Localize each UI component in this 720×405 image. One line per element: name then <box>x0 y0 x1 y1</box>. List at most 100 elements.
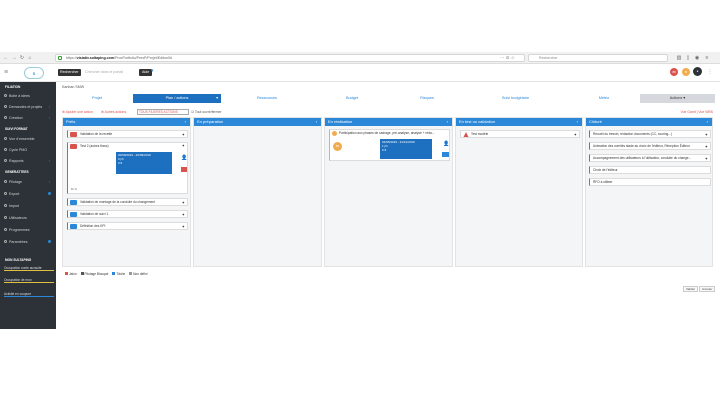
task-card[interactable]: Définition des KPI ✦ <box>67 222 188 230</box>
add-action-label: Ajouter une action <box>65 110 93 114</box>
pin-icon[interactable]: ✦ <box>705 131 708 137</box>
sidebar-item-label: Cycle PMO <box>9 148 28 152</box>
column-en-test: En test ou validation ‹ Test modèle ✦ <box>455 117 583 267</box>
collapse-icon[interactable]: ‹ <box>316 118 317 126</box>
task-card-expanded[interactable]: Test 2 (autres flows) ✦ 20/09/2019 - 20/… <box>67 142 188 194</box>
hamburger-icon[interactable]: ≡ <box>4 69 8 76</box>
sidebar-item-creation[interactable]: Création ‹ <box>4 114 54 122</box>
task-card[interactable]: Recueil du besoin, rédaction documents (… <box>589 130 711 138</box>
sidebar-item-label: Pilotage <box>9 180 22 184</box>
card-label: Animation des comités stade au choix de … <box>593 144 690 148</box>
browser-search-input[interactable]: Rechercher <box>528 54 668 62</box>
back-icon[interactable]: ← <box>3 55 9 61</box>
cancel-button[interactable]: Annuler <box>699 286 716 292</box>
search-input[interactable]: Chercher dans le portail <box>85 69 135 76</box>
sidebar-link[interactable]: Occupation conte auxsuite <box>4 266 54 271</box>
tab-projet[interactable]: Projet <box>62 94 132 103</box>
sidebar-item-settings[interactable]: Paramètres <box>4 238 54 246</box>
sidebar-icon[interactable]: ▯ <box>685 55 691 61</box>
toggle-all-checkbox[interactable]: ☑ Tout ouvrir/fermer <box>191 110 222 114</box>
sidebar-item-requests[interactable]: Demandes et projets ‹ <box>4 103 54 111</box>
chevron-right-icon: ‹ <box>48 116 50 120</box>
sidebar-item-users[interactable]: Utilisateurs <box>4 214 54 222</box>
collapse-icon[interactable]: ‹ <box>447 118 448 126</box>
sidebar-item-pmo[interactable]: Cycle PMO <box>4 146 54 154</box>
pin-icon[interactable]: ✦ <box>182 211 185 217</box>
tab-actions[interactable]: Actions ▾ <box>640 94 715 103</box>
card-label: Recueil du besoin, rédaction documents (… <box>593 132 673 136</box>
account-icon[interactable]: ◉ <box>694 55 700 61</box>
task-card[interactable]: Test modèle ✦ <box>460 130 580 138</box>
sidebar-item-ideas[interactable]: Boite à idées <box>4 92 54 100</box>
sidebar-item-label: Import <box>9 204 20 208</box>
task-card[interactable]: RFO à utiliser <box>589 178 711 186</box>
task-card[interactable]: Validation de montage de la conduite du … <box>67 198 188 206</box>
collapse-icon[interactable]: › <box>185 118 186 126</box>
tab-risques[interactable]: Risques <box>392 94 462 103</box>
tab-budget[interactable]: Budget <box>313 94 391 103</box>
reload-icon[interactable]: ↻ <box>19 55 25 61</box>
pin-icon[interactable]: ✦ <box>182 131 185 137</box>
pin-icon[interactable]: ✦ <box>182 199 185 205</box>
subtask-card[interactable]: 01/05/2019 - 31/12/2019 1 j/h 0 € <box>380 139 432 159</box>
pin-icon[interactable]: ✦ <box>574 131 577 137</box>
collapse-icon[interactable]: › <box>707 118 708 126</box>
notification-badge[interactable]: 88 <box>670 68 678 76</box>
task-card[interactable]: Validation de suivi 1 ✦ <box>67 210 188 218</box>
task-tag <box>70 200 77 205</box>
sidebar-item-overview[interactable]: Vue d'ensemble <box>4 135 54 143</box>
task-card[interactable]: Animation des comités stade au choix de … <box>589 142 711 150</box>
tab-meteo[interactable]: Météo <box>569 94 639 103</box>
add-action-link[interactable]: ⊕ Ajouter une action <box>62 110 93 114</box>
legend-label: Tâche <box>116 272 126 276</box>
sidebar: FILIATION Boite à idées Demandes et proj… <box>0 82 56 329</box>
task-card-expanded[interactable]: Participation aux phases de cadrage, pré… <box>329 129 450 161</box>
circle-icon <box>4 204 7 207</box>
home-icon[interactable]: ⌂ <box>27 55 33 61</box>
card-label: Validation de montage de la conduite du … <box>80 200 156 204</box>
library-icon[interactable]: ▥ <box>676 55 682 61</box>
search-button[interactable]: Rechercher <box>58 69 81 76</box>
other-actions-link[interactable]: ⊕ Autres actions <box>101 110 126 114</box>
forward-icon[interactable]: → <box>11 55 17 61</box>
chevron-right-icon: ‹ <box>48 159 50 163</box>
collapse-icon[interactable]: ‹ <box>577 118 578 126</box>
sidebar-item-reports[interactable]: Rapports ‹ <box>4 157 54 165</box>
sidebar-item-pilotage[interactable]: Pilotage ‹ <box>4 178 54 186</box>
task-card[interactable]: Choix de l'éditeur <box>589 166 711 174</box>
subtask-card[interactable]: 20/09/2019 - 20/09/2019 0 j/h 0 € <box>116 152 172 174</box>
legend-label: Non défini <box>133 272 148 276</box>
task-card[interactable]: Validation de la recette ✦ <box>67 130 188 138</box>
save-button[interactable]: Valider <box>683 286 699 292</box>
avatar[interactable]: ● <box>693 67 702 76</box>
url-bar[interactable]: https://visiativ.sultaping.com/ProcPortf… <box>55 54 525 62</box>
task-card[interactable]: Accompagnement des utilisateurs à l'util… <box>589 154 711 162</box>
sidebar-link[interactable]: Activité en coupure <box>4 292 54 297</box>
page-actions-icons[interactable]: ··· ⊙ ☆ <box>500 55 515 61</box>
tab-ressources[interactable]: Ressources <box>222 94 312 103</box>
pin-icon[interactable]: ✦ <box>182 223 185 229</box>
tab-suivi-budgetaire[interactable]: Suivi budgétaire <box>463 94 568 103</box>
sidebar-item-import[interactable]: Import <box>4 202 54 210</box>
view-links[interactable]: Vue Gantt | Vue WBS <box>681 110 713 114</box>
menu-icon[interactable]: ≡ <box>704 55 710 61</box>
pin-icon[interactable]: ✦ <box>705 143 708 149</box>
other-actions-label: Autres actions <box>104 110 127 114</box>
filter-select[interactable]: TOUS FILIERES ACTIONS <box>137 109 189 115</box>
logo[interactable]: S <box>24 67 44 79</box>
pin-icon[interactable]: ✦ <box>182 143 185 148</box>
column-title: En réalisation <box>328 119 353 124</box>
sidebar-item-programs[interactable]: Programmes <box>4 226 54 234</box>
badge-dot <box>48 192 51 195</box>
sidebar-link[interactable]: Occupation de mon <box>4 278 54 283</box>
circle-icon <box>4 192 7 195</box>
sidebar-item-export[interactable]: Export <box>4 190 54 198</box>
pin-icon[interactable]: ✦ <box>705 155 708 161</box>
star-icon[interactable]: ★ <box>682 68 690 76</box>
chevron-down-icon[interactable]: ▾ <box>151 68 154 74</box>
grid-icon[interactable]: ⋮ <box>706 68 714 76</box>
app-header: ≡ S Rechercher Chercher dans le portail … <box>0 64 720 82</box>
tab-plan-actions[interactable]: Plan / actions ▾ <box>133 94 221 103</box>
card-label: RFO à utiliser <box>593 180 613 184</box>
column-header: Prêts › <box>63 118 190 126</box>
